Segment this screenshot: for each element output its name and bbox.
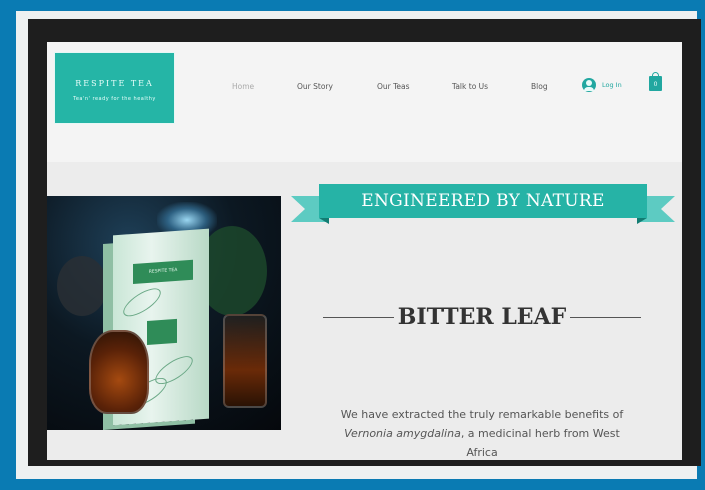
nav-item-our-teas[interactable]: Our Teas [377,82,410,91]
cart-icon[interactable]: 0 [649,72,662,91]
leaf-pattern [119,283,165,322]
tea-box-panel [147,318,177,345]
page-title: BITTER LEAF [397,304,567,330]
species-name: Vernonia amygdalina [344,427,461,440]
user-avatar-icon[interactable] [582,78,596,92]
ribbon-text: ENGINEERED BY NATURE [319,184,647,218]
description-text-end: , a medicinal herb from West Africa [460,427,620,459]
nav-item-blog[interactable]: Blog [531,82,548,91]
login-label[interactable]: Log In [602,81,622,89]
brand-name: RESPITE TEA [75,79,154,88]
nav-item-home[interactable]: Home [232,82,254,91]
hero-product-image: RESPITE TEA [47,196,281,430]
glass-teapot [89,330,149,414]
website-viewport: RESPITE TEA Tea'n' ready for the healthy… [47,42,682,460]
tea-box-label: RESPITE TEA [133,259,193,284]
brand-tagline: Tea'n' ready for the healthy [73,96,156,102]
hero-description: We have extracted the truly remarkable b… [337,405,627,460]
divider-left [323,316,394,318]
site-header: RESPITE TEA Tea'n' ready for the healthy… [47,42,682,162]
login-link[interactable]: Log In [582,78,622,92]
brand-logo[interactable]: RESPITE TEA Tea'n' ready for the healthy [54,52,175,124]
description-text: We have extracted the truly remarkable b… [340,408,624,421]
plant-shape [57,256,107,316]
nav-item-our-story[interactable]: Our Story [297,82,333,91]
section-heading: BITTER LEAF [323,304,642,330]
ribbon-banner: ENGINEERED BY NATURE [291,184,675,226]
tea-glass [223,314,267,408]
nav-item-talk-to-us[interactable]: Talk to Us [452,82,488,91]
divider-right [570,316,642,318]
